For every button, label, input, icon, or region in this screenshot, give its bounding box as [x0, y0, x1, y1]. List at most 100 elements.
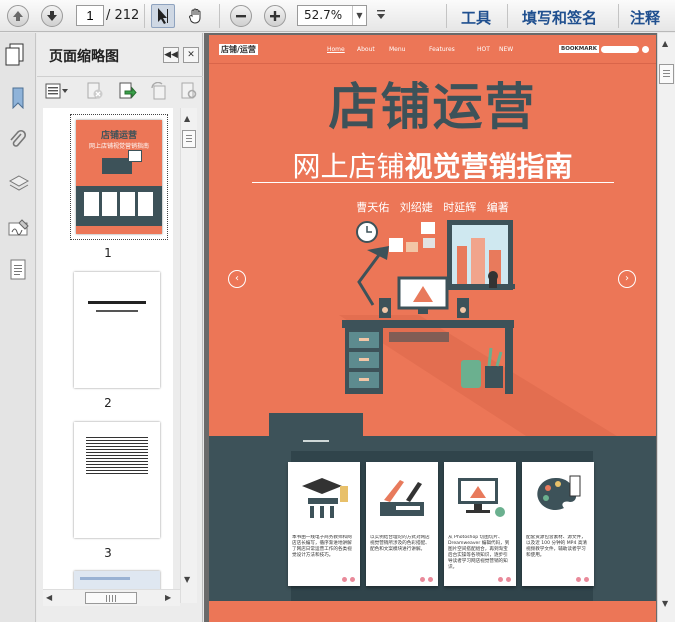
- document-viewer[interactable]: 店铺/运营 Home About Menu Features HOT NEW B…: [204, 33, 657, 622]
- document-icon: [10, 259, 26, 280]
- next-page-button[interactable]: [40, 4, 64, 28]
- scroll-up-icon[interactable]: ▲: [662, 39, 668, 48]
- signature-pen-icon: [8, 219, 29, 236]
- feature-card: 以实例结合理论的方式对网店视觉营销所涉及的色彩搭配、配色和文案模块进行讲解。: [366, 462, 438, 586]
- delete-page-button[interactable]: [85, 82, 105, 100]
- extract-page-button[interactable]: [117, 82, 137, 100]
- document-vertical-scrollbar[interactable]: ▲ ▼: [657, 33, 675, 622]
- page-thumbnails-button[interactable]: [4, 43, 32, 69]
- more-tools-chevron-icon[interactable]: [377, 10, 385, 23]
- arrow-down-icon: [41, 5, 63, 27]
- thumbnail-subheading-line: [96, 310, 138, 312]
- card-dot: [576, 577, 581, 582]
- scroll-up-icon[interactable]: ▲: [184, 114, 190, 123]
- scroll-down-icon[interactable]: ▼: [184, 575, 190, 584]
- grip-icon: [106, 595, 116, 602]
- nav-menu: Menu: [389, 46, 406, 53]
- card-dot: [498, 577, 503, 582]
- thumbnail-heading-line: [88, 301, 146, 304]
- bookmarks-button[interactable]: [8, 87, 28, 110]
- book-subtitle: 网上店铺视觉营销指南: [209, 149, 656, 185]
- nav-new: NEW: [499, 46, 514, 53]
- graduation-cap-icon: [302, 478, 348, 518]
- rotate-page-button[interactable]: [149, 81, 169, 100]
- toolbar-divider: [446, 4, 447, 28]
- hand-icon: [189, 8, 201, 24]
- thumbnail-text-block: [86, 437, 148, 475]
- previous-page-button[interactable]: [6, 4, 30, 28]
- panel-header: 页面缩略图 ◀◀ ✕: [37, 33, 203, 77]
- page-cart-icon: [642, 46, 649, 53]
- zoom-out-button[interactable]: [229, 4, 253, 28]
- desk-drawer-handle: [303, 440, 329, 442]
- thumbnail-page-1[interactable]: 店铺运营 网上店铺视觉营销指南: [76, 120, 162, 234]
- collapse-panel-button[interactable]: ◀◀: [163, 47, 179, 63]
- scroll-down-icon[interactable]: ▼: [662, 599, 668, 608]
- nav-home: Home: [327, 46, 345, 53]
- thumbnail-number: 2: [104, 396, 112, 410]
- card-text: 以实例结合理论的方式对网店视觉营销所涉及的色彩搭配、配色和文案模块进行讲解。: [370, 535, 430, 552]
- thumbnail-card: [84, 192, 99, 216]
- zoom-select[interactable]: 52.7% ▼: [297, 5, 367, 26]
- toolbar-divider: [618, 4, 619, 28]
- thumbnail-card: [138, 192, 153, 216]
- thumbnail-card: [120, 192, 135, 216]
- card-dot: [584, 577, 589, 582]
- zoom-value: 52.7%: [304, 8, 343, 22]
- palette-icon: [537, 475, 581, 510]
- thumbnail-heading-line: [80, 577, 130, 580]
- page-settings-icon: [181, 82, 197, 99]
- card-text: 配套资源包含素材、源文件，以及近 100 分钟的 MP4 高清视频教学文件，辅助…: [526, 535, 588, 558]
- zoom-in-icon: [264, 5, 286, 27]
- layers-icon: [8, 175, 30, 191]
- thumbnail-options-button[interactable]: [44, 82, 70, 100]
- thumbnail-window-illustration: [128, 150, 142, 162]
- signatures-button[interactable]: [8, 217, 29, 239]
- thumbnail-page-3[interactable]: [74, 422, 160, 538]
- card-dot: [428, 577, 433, 582]
- page-properties-button[interactable]: [179, 82, 199, 100]
- zoom-in-button[interactable]: [263, 4, 287, 28]
- tools-menu[interactable]: 工具: [461, 7, 491, 28]
- thumbnail-number: 3: [104, 546, 112, 560]
- nav-about: About: [357, 46, 375, 53]
- comment-menu[interactable]: 注释: [630, 7, 660, 28]
- toolbar-divider: [507, 4, 508, 28]
- page-bookmark-label: BOOKMARK: [559, 45, 600, 53]
- thumbnail-vertical-scrollbar[interactable]: ▲ ▼: [180, 108, 197, 603]
- fill-sign-menu[interactable]: 填写和签名: [522, 7, 597, 28]
- thumbnails-panel: 页面缩略图 ◀◀ ✕ 店铺运营 网上店铺视觉营销指南 1 2 3 ▲ ▼ ◀ ▶: [37, 33, 203, 622]
- thumbnail-bottom-strip: [76, 226, 162, 234]
- card-dot: [342, 577, 347, 582]
- zoom-out-icon: [230, 5, 252, 27]
- attachments-button[interactable]: [8, 129, 28, 151]
- thumbnail-list[interactable]: 店铺运营 网上店铺视觉营销指南 1 2 3: [43, 108, 173, 603]
- select-tool-button[interactable]: [151, 4, 175, 28]
- paperclip-icon: [10, 129, 27, 147]
- extract-page-icon: [119, 82, 137, 99]
- content-button[interactable]: [8, 259, 28, 281]
- card-dot: [506, 577, 511, 582]
- card-dot: [350, 577, 355, 582]
- close-panel-button[interactable]: ✕: [183, 47, 199, 63]
- select-arrow-icon: [158, 8, 168, 24]
- book-title: 店铺运营: [328, 78, 537, 136]
- navigation-icon-rail: [0, 33, 36, 622]
- scrollbar-thumb[interactable]: [182, 130, 196, 148]
- layers-button[interactable]: [8, 173, 30, 195]
- thumbnail-page-2[interactable]: [74, 272, 160, 388]
- hand-tool-button[interactable]: [184, 4, 208, 28]
- scrollbar-thumb[interactable]: [659, 64, 674, 84]
- page-footer-band: [209, 601, 656, 622]
- page-number-input[interactable]: [76, 5, 104, 26]
- list-options-icon: [45, 83, 68, 99]
- toolbar-divider: [144, 4, 145, 28]
- scroll-left-icon[interactable]: ◀: [46, 593, 52, 602]
- scrollbar-thumb[interactable]: [85, 592, 137, 604]
- scroll-right-icon[interactable]: ▶: [165, 593, 171, 602]
- page-total: / 212: [106, 8, 140, 23]
- pdf-page[interactable]: 店铺/运营 Home About Menu Features HOT NEW B…: [209, 35, 656, 622]
- delete-page-icon: [87, 82, 103, 99]
- thumbnail-horizontal-scrollbar[interactable]: ◀ ▶: [43, 589, 180, 606]
- thumbnail-number: 1: [104, 246, 112, 260]
